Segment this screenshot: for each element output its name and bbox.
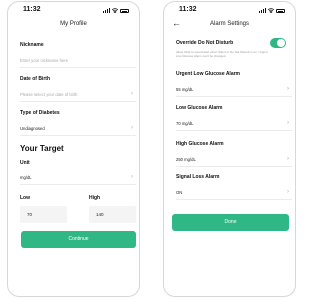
- target-section-title: Your Target: [20, 144, 64, 153]
- profile-screen: 11:32 My Profile Nickname Enter your nic…: [7, 1, 140, 297]
- chevron-right-icon: ›: [131, 125, 133, 131]
- signal-loss-value: ON: [176, 190, 183, 195]
- high-alarm-value: 250 mg/dL: [176, 157, 196, 162]
- cellular-signal-icon: [103, 8, 110, 13]
- low-alarm-value: 70 mg/dL: [176, 121, 194, 126]
- cellular-signal-icon: [259, 8, 266, 13]
- nickname-placeholder: Enter your nickname here: [20, 58, 68, 63]
- chevron-right-icon: ›: [287, 120, 289, 126]
- alarm-settings-screen: 11:32 ← Alarm Settings Override Do Not D…: [163, 1, 296, 297]
- dob-select[interactable]: Please select your date of birth ›: [20, 88, 136, 102]
- status-bar: 11:32: [164, 6, 295, 18]
- urgent-low-value: 55 mg/dL: [176, 87, 194, 92]
- high-value: 140: [96, 212, 104, 217]
- diabetes-type-value: Undiagnosed: [20, 126, 45, 131]
- low-label: Low: [20, 195, 30, 201]
- page-title: My Profile: [60, 21, 87, 27]
- low-alarm-select[interactable]: 70 mg/dL ›: [176, 117, 292, 131]
- dnd-description: Allow Ottai to sound alert when Silent o…: [176, 50, 268, 58]
- status-bar: 11:32: [8, 6, 139, 18]
- chevron-right-icon: ›: [287, 156, 289, 162]
- diabetes-type-label: Type of Diabetes: [20, 110, 60, 116]
- high-label: High: [89, 195, 101, 201]
- urgent-low-select[interactable]: 55 mg/dL ›: [176, 83, 292, 97]
- dnd-label: Override Do Not Disturb: [176, 40, 234, 46]
- nickname-field[interactable]: Enter your nickname here: [20, 54, 136, 68]
- nickname-label: Nickname: [20, 42, 44, 48]
- signal-loss-label: Signal Loss Alarm: [176, 174, 220, 180]
- wifi-icon: [268, 8, 274, 13]
- urgent-low-label: Urgent Low Glucose Alarm: [176, 71, 240, 77]
- high-alarm-label: High Glucose Alarm: [176, 141, 224, 147]
- low-value: 70: [27, 212, 33, 217]
- status-time: 11:32: [23, 6, 41, 13]
- status-icons: [103, 8, 129, 13]
- chevron-right-icon: ›: [131, 91, 133, 97]
- battery-icon: [120, 8, 129, 13]
- status-time: 11:32: [179, 6, 197, 13]
- low-input[interactable]: 70: [20, 206, 67, 223]
- low-alarm-label: Low Glucose Alarm: [176, 105, 223, 111]
- chevron-right-icon: ›: [131, 174, 133, 180]
- dnd-toggle[interactable]: [270, 38, 286, 48]
- unit-label: Unit: [20, 160, 30, 166]
- page-title: Alarm Settings: [209, 21, 249, 27]
- continue-button[interactable]: Continue: [21, 231, 136, 248]
- dob-placeholder: Please select your date of birth: [20, 92, 78, 97]
- diabetes-type-select[interactable]: Undiagnosed ›: [20, 122, 136, 136]
- chevron-right-icon: ›: [287, 86, 289, 92]
- high-input[interactable]: 140: [89, 206, 136, 223]
- done-button[interactable]: Done: [172, 214, 289, 231]
- wifi-icon: [112, 8, 118, 13]
- dob-label: Date of Birth: [20, 76, 50, 82]
- battery-icon: [276, 8, 285, 13]
- high-alarm-select[interactable]: 250 mg/dL ›: [176, 153, 292, 167]
- unit-value: mg/dL: [20, 175, 32, 180]
- chevron-right-icon: ›: [287, 189, 289, 195]
- unit-select[interactable]: mg/dL ›: [20, 171, 136, 185]
- signal-loss-select[interactable]: ON ›: [176, 186, 292, 200]
- status-icons: [259, 8, 285, 13]
